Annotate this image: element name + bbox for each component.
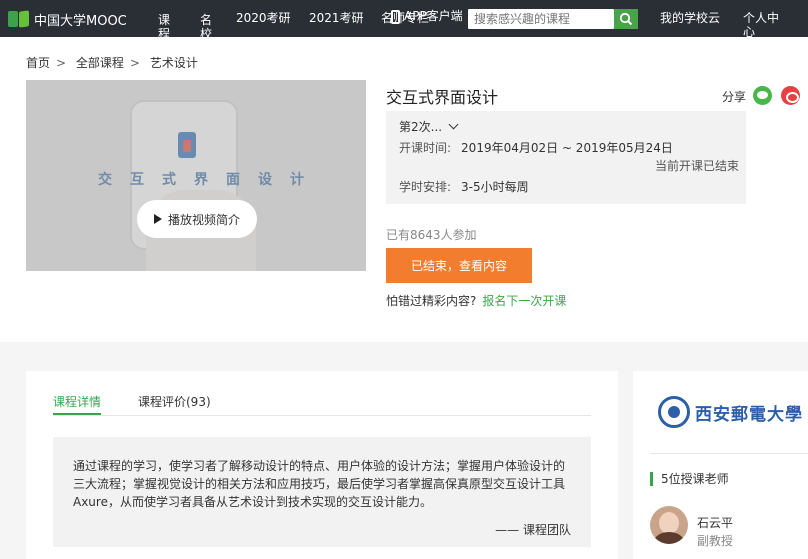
nav-my-school[interactable]: 我的学校云 xyxy=(660,11,720,25)
course-detail-card: 课程详情 课程评价(93) 通过课程的学习，使学习者了解移动设计的特点、用户体验… xyxy=(26,371,618,559)
school-name[interactable]: 西安郵電大學 xyxy=(695,400,803,425)
weibo-share-icon[interactable] xyxy=(781,86,800,105)
nav-kaoyan-2021[interactable]: 2021考研 xyxy=(309,11,364,25)
enroll-next-term-link[interactable]: 报名下一次开课 xyxy=(482,294,566,308)
course-intro-text: 通过课程的学习，使学习者了解移动设计的特点、用户体验的设计方法；掌握用户体验设计… xyxy=(73,459,566,509)
search-box xyxy=(468,9,614,29)
course-intro-signature: —— 课程团队 xyxy=(495,523,571,537)
breadcrumb-separator: > xyxy=(56,56,67,70)
breadcrumb-home[interactable]: 首页 xyxy=(26,56,50,70)
term-selector[interactable]: 第2次... xyxy=(399,118,459,135)
breadcrumb-separator: > xyxy=(129,56,140,70)
tab-course-details[interactable]: 课程详情 xyxy=(53,393,101,410)
tab-divider xyxy=(53,415,591,416)
search-icon xyxy=(619,12,633,26)
teacher-title: 副教授 xyxy=(697,534,734,548)
schedule-panel: 第2次... 开课时间: 2019年04月02日 ~ 2019年05月24日 当前… xyxy=(386,111,746,204)
teacher-name[interactable]: 石云平 xyxy=(697,514,733,531)
wechat-share-icon[interactable] xyxy=(753,86,772,105)
missed-content-prompt: 怕错过精彩内容? 报名下一次开课 xyxy=(386,292,566,309)
site-logo[interactable]: 中国大学MOOC xyxy=(8,9,127,29)
video-player[interactable]: 交互式界面设计 播放视频简介 xyxy=(26,80,366,271)
view-content-button[interactable]: 已结束，查看内容 xyxy=(386,248,532,283)
term-label: 第2次... xyxy=(399,120,443,134)
play-icon xyxy=(153,214,162,224)
video-overlay xyxy=(26,80,366,271)
search-input[interactable] xyxy=(468,9,608,29)
chevron-down-icon xyxy=(448,119,459,130)
play-intro-label: 播放视频简介 xyxy=(167,212,240,227)
study-hours-row: 学时安排: 3-5小时每周 xyxy=(399,178,529,195)
mooc-logo-icon xyxy=(8,10,30,28)
breadcrumb: 首页 > 全部课程 > 艺术设计 xyxy=(26,54,204,71)
missed-content-text: 怕错过精彩内容? xyxy=(386,294,477,308)
mobile-icon xyxy=(391,10,400,24)
nav-kaoyan-2020[interactable]: 2020考研 xyxy=(236,11,291,25)
play-intro-button[interactable]: 播放视频简介 xyxy=(137,200,257,238)
study-hours-value: 3-5小时每周 xyxy=(461,180,529,194)
course-hero: 首页 > 全部课程 > 艺术设计 交互式界面设计 播放视频简介 交互式界面设计 分享… xyxy=(0,37,808,342)
breadcrumb-category[interactable]: 艺术设计 xyxy=(150,56,198,70)
course-intro-box: 通过课程的学习，使学习者了解移动设计的特点、用户体验的设计方法；掌握用户体验设计… xyxy=(53,437,591,547)
teachers-heading: 5位授课老师 xyxy=(650,472,729,486)
logo-text: 中国大学MOOC xyxy=(34,13,127,29)
course-time-value: 2019年04月02日 ~ 2019年05月24日 xyxy=(461,141,673,155)
school-sidebar: 西安郵電大學 5位授课老师 石云平 副教授 xyxy=(633,371,808,559)
nav-app-client[interactable]: APP客户端 xyxy=(404,9,463,23)
course-time-label: 开课时间: xyxy=(399,141,452,155)
course-time-row: 开课时间: 2019年04月02日 ~ 2019年05月24日 xyxy=(399,139,673,156)
tab-course-reviews[interactable]: 课程评价(93) xyxy=(138,393,211,410)
breadcrumb-all-courses[interactable]: 全部课程 xyxy=(76,56,124,70)
study-hours-label: 学时安排: xyxy=(399,180,452,194)
course-status: 当前开课已结束 xyxy=(655,159,740,173)
enrolled-count: 已有8643人参加 xyxy=(386,228,477,242)
top-nav-bar: 中国大学MOOC 课程 名校 2020考研 2021考研 名师专栏 APP客户端… xyxy=(0,0,808,41)
course-title: 交互式界面设计 xyxy=(386,88,499,107)
share-label: 分享 xyxy=(722,90,747,104)
teacher-avatar[interactable] xyxy=(650,506,688,544)
sidebar-divider xyxy=(650,453,808,454)
nav-personal-center[interactable]: 个人中心 xyxy=(743,11,783,39)
search-button[interactable] xyxy=(614,9,638,29)
school-emblem-icon[interactable] xyxy=(658,396,690,428)
